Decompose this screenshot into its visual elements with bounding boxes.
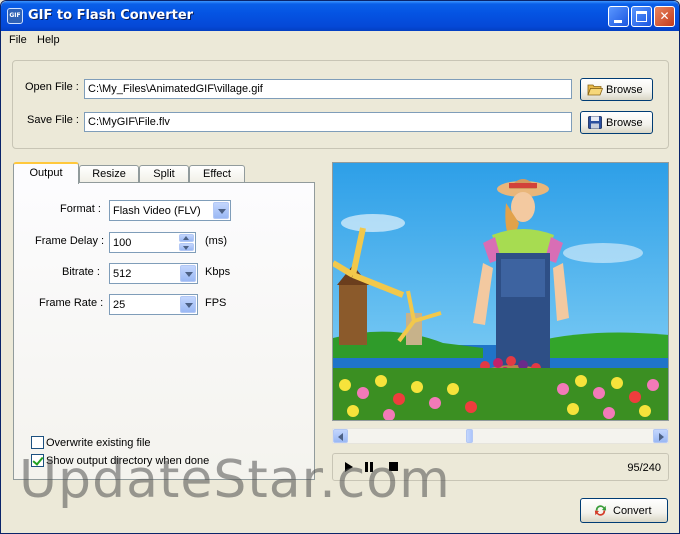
spin-up-icon[interactable]	[179, 234, 194, 242]
convert-label: Convert	[613, 505, 652, 517]
app-window: GIF GIF to Flash Converter ✕ File Help O…	[0, 0, 680, 534]
pause-button[interactable]	[364, 461, 376, 473]
close-icon: ✕	[659, 9, 670, 23]
frame-scroll-thumb[interactable]	[466, 429, 473, 443]
tab-resize[interactable]: Resize	[79, 165, 139, 183]
file-panel: Open File : Browse Save File : Browse	[12, 60, 669, 149]
menu-file[interactable]: File	[9, 34, 27, 46]
scroll-right-icon[interactable]	[653, 429, 668, 443]
frame-rate-label: Frame Rate :	[39, 297, 104, 309]
title-bar[interactable]: GIF GIF to Flash Converter ✕	[1, 1, 679, 31]
output-tab-panel: Format : Flash Video (FLV) Frame Delay :…	[13, 182, 315, 480]
tab-split[interactable]: Split	[139, 165, 189, 183]
app-icon: GIF	[7, 8, 23, 24]
stop-button[interactable]	[388, 461, 400, 473]
maximize-button[interactable]	[631, 6, 652, 27]
floppy-disk-icon	[588, 116, 602, 129]
save-file-input[interactable]	[84, 112, 572, 132]
convert-button[interactable]: Convert	[580, 498, 668, 523]
chevron-down-icon[interactable]	[213, 202, 229, 219]
frame-delay-label: Frame Delay :	[35, 235, 105, 247]
frame-delay-spinner[interactable]: 100	[109, 232, 196, 253]
play-button[interactable]	[343, 461, 355, 473]
save-browse-label: Browse	[606, 117, 643, 129]
folder-open-icon	[587, 84, 603, 96]
minimize-icon	[614, 20, 622, 23]
format-label: Format :	[60, 203, 101, 215]
tab-effect[interactable]: Effect	[189, 165, 245, 183]
save-file-label: Save File :	[27, 114, 79, 126]
bitrate-unit: Kbps	[205, 266, 231, 278]
show-output-dir-checkbox[interactable]	[31, 454, 44, 467]
open-file-label: Open File :	[25, 81, 79, 93]
window-title: GIF to Flash Converter	[28, 8, 194, 23]
player-controls: 95/240	[332, 453, 669, 481]
open-browse-label: Browse	[606, 84, 643, 96]
menu-help[interactable]: Help	[37, 34, 60, 46]
bitrate-select[interactable]: 512	[109, 263, 198, 284]
stop-icon	[389, 462, 398, 471]
frame-rate-select[interactable]: 25	[109, 294, 198, 315]
tulip-field	[333, 368, 668, 420]
menu-bar: File Help	[1, 31, 679, 50]
open-browse-button[interactable]: Browse	[580, 78, 653, 101]
bitrate-label: Bitrate :	[62, 266, 100, 278]
minimize-button[interactable]	[608, 6, 629, 27]
spinner-arrows	[179, 234, 194, 251]
chevron-down-icon[interactable]	[180, 265, 196, 282]
frame-rate-unit: FPS	[205, 297, 227, 309]
frame-rate-value: 25	[113, 299, 126, 311]
convert-icon	[594, 505, 607, 516]
preview-frame	[332, 162, 669, 421]
chevron-down-icon[interactable]	[180, 296, 196, 313]
pause-icon	[365, 462, 373, 472]
show-output-dir-label: Show output directory when done	[46, 455, 210, 467]
format-value: Flash Video (FLV)	[113, 205, 201, 217]
overwrite-label: Overwrite existing file	[46, 437, 151, 449]
preview-image	[333, 163, 668, 420]
save-browse-button[interactable]: Browse	[580, 111, 653, 134]
overwrite-checkbox[interactable]	[31, 436, 44, 449]
frame-delay-unit: (ms)	[205, 235, 227, 247]
frame-delay-value: 100	[113, 237, 132, 249]
tab-output[interactable]: Output	[13, 162, 79, 184]
frame-counter: 95/240	[627, 462, 661, 474]
play-icon	[345, 462, 353, 472]
format-select[interactable]: Flash Video (FLV)	[109, 200, 231, 221]
maximize-icon	[636, 11, 647, 22]
open-file-input[interactable]	[84, 79, 572, 99]
scroll-left-icon[interactable]	[333, 429, 348, 443]
close-button[interactable]: ✕	[654, 6, 675, 27]
spin-down-icon[interactable]	[179, 243, 194, 251]
bitrate-value: 512	[113, 268, 132, 280]
frame-scrollbar[interactable]	[332, 428, 669, 444]
